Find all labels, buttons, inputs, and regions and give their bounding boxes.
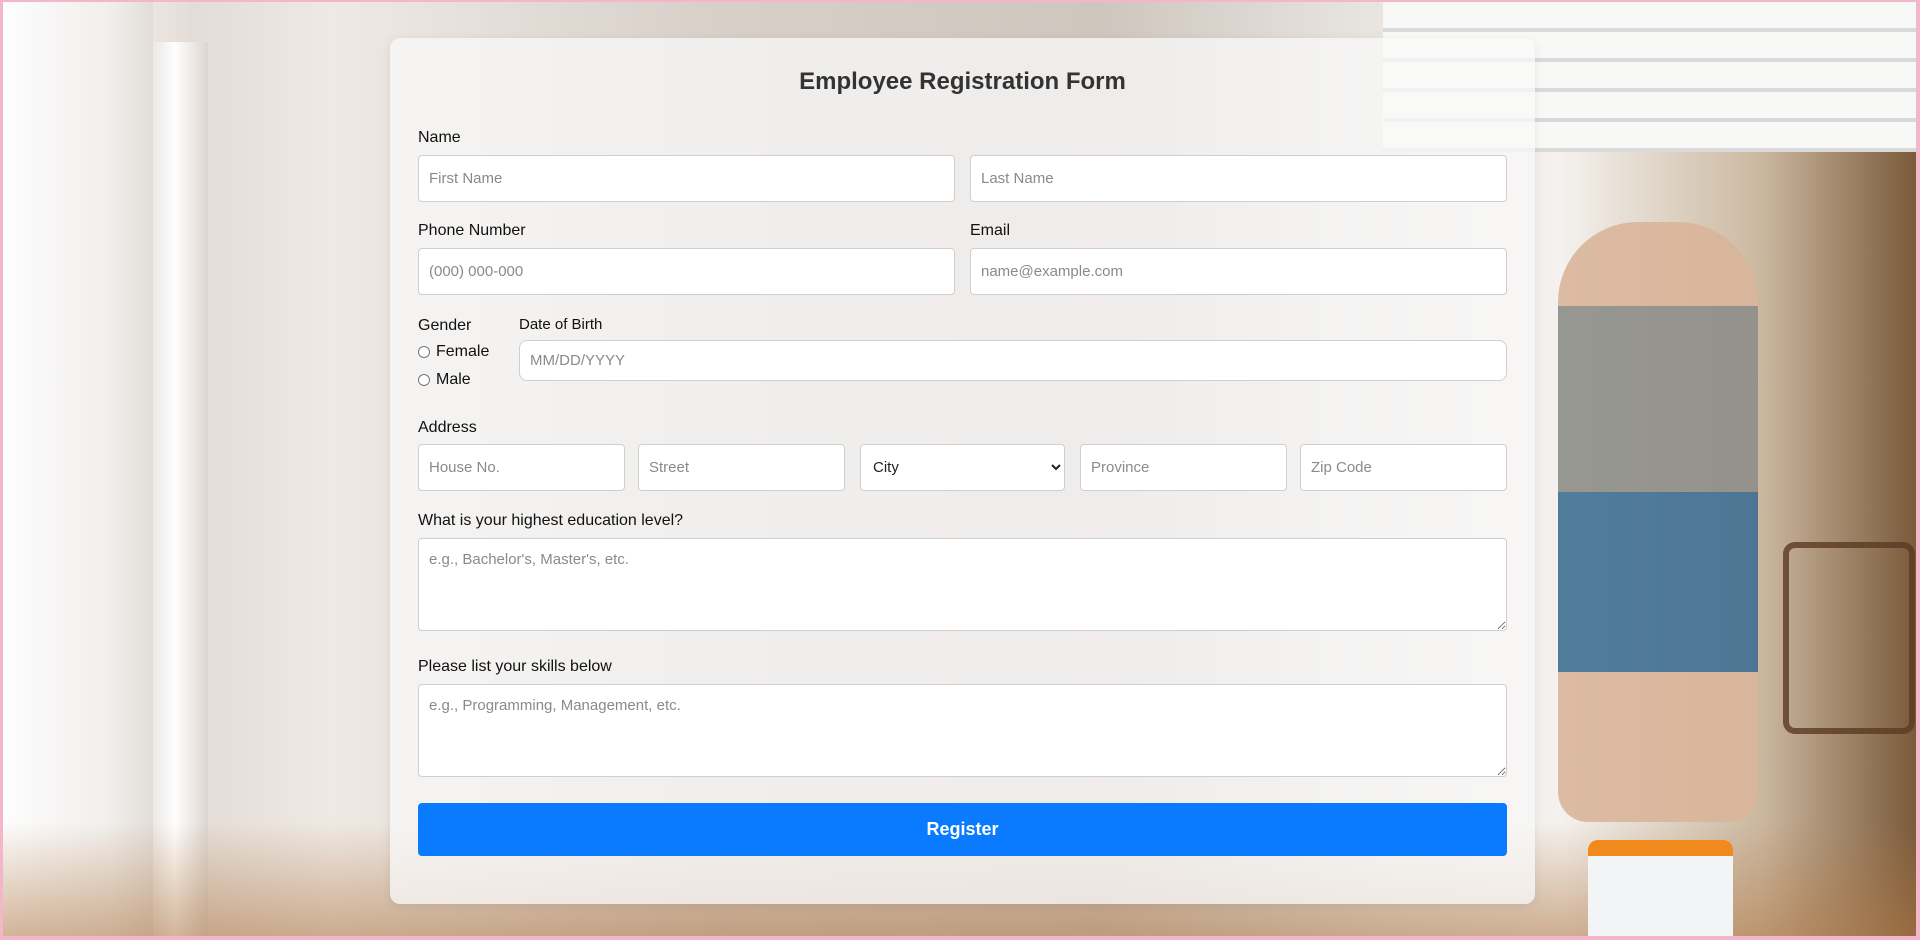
zip-code-input[interactable] [1300,444,1507,491]
street-input[interactable] [638,444,845,491]
background-person [1558,222,1758,822]
phone-input[interactable] [418,248,955,295]
education-label: What is your highest education level? [418,512,684,529]
gender-option-male[interactable]: Male [418,371,471,389]
email-input[interactable] [970,248,1507,295]
male-radio[interactable] [418,374,430,386]
background-window [3,2,153,936]
name-label: Name [418,129,461,146]
dob-label: Date of Birth [519,316,603,333]
form-title: Employee Registration Form [799,68,1126,95]
skills-textarea[interactable] [418,684,1507,777]
skills-label: Please list your skills below [418,658,612,675]
province-input[interactable] [1080,444,1287,491]
background-curtain [153,42,208,936]
email-label: Email [970,222,1011,239]
last-name-input[interactable] [970,155,1507,202]
registration-form: Employee Registration Form Name Phone Nu… [390,38,1535,904]
register-button[interactable]: Register [418,803,1507,856]
background-chair [1783,542,1915,734]
background-mug [1588,840,1733,936]
female-radio[interactable] [418,346,430,358]
phone-label: Phone Number [418,222,526,239]
gender-option-female[interactable]: Female [418,343,489,361]
address-label: Address [418,419,477,436]
background-photo: Employee Registration Form Name Phone Nu… [3,2,1916,936]
education-textarea[interactable] [418,538,1507,631]
dob-input[interactable] [519,340,1507,381]
first-name-input[interactable] [418,155,955,202]
female-radio-label: Female [436,343,490,360]
male-radio-label: Male [436,371,471,388]
city-select[interactable]: City [860,444,1065,491]
gender-label: Gender [418,317,472,334]
house-number-input[interactable] [418,444,625,491]
